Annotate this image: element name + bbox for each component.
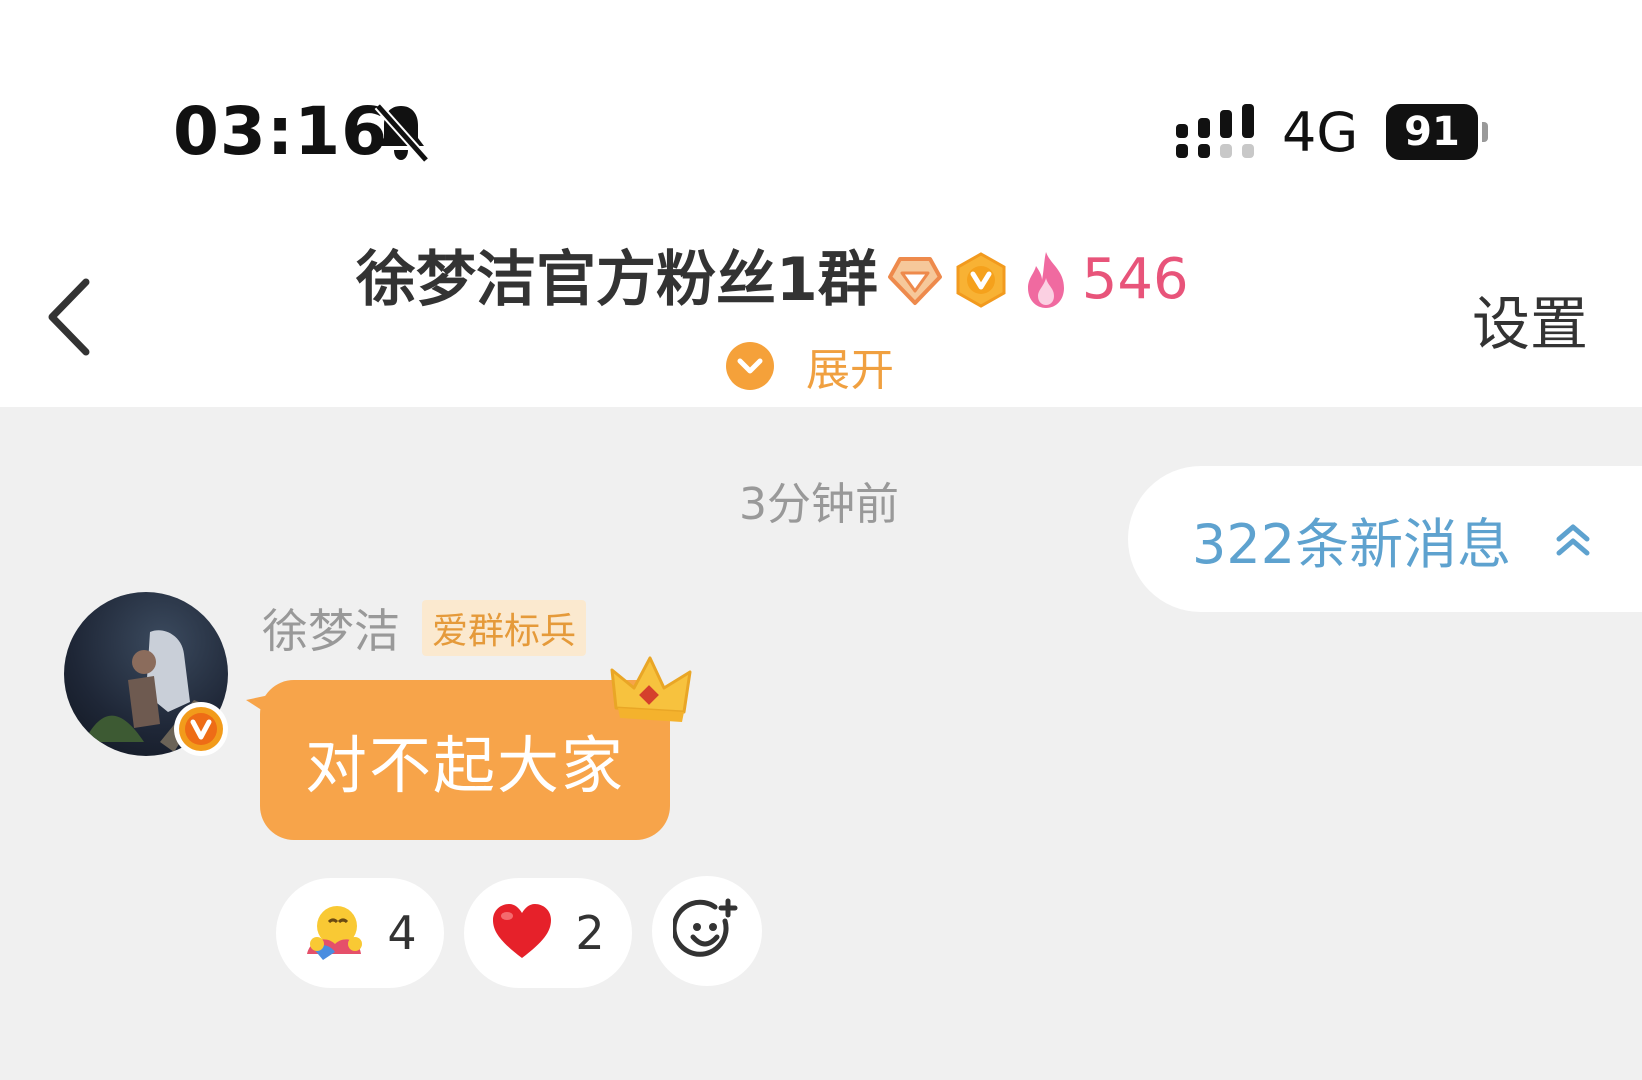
- signal-icon: [1176, 104, 1254, 158]
- sender-row: 徐梦洁 爱群标兵: [262, 595, 587, 661]
- reaction-count: 4: [387, 906, 417, 960]
- group-title-row[interactable]: 徐梦洁官方粉丝1群 546: [356, 240, 1189, 320]
- double-chevron-up-icon: [1556, 524, 1590, 556]
- new-messages-button[interactable]: 322条新消息: [1128, 466, 1642, 612]
- bell-muted-icon: [374, 103, 430, 163]
- chevron-down-circle-icon: [726, 342, 774, 390]
- expand-button[interactable]: 展开: [724, 336, 894, 396]
- group-title: 徐梦洁官方粉丝1群: [356, 245, 878, 315]
- add-reaction-button[interactable]: [652, 876, 762, 986]
- verified-v-icon: [174, 702, 228, 756]
- reaction-count: 2: [575, 906, 605, 960]
- diamond-badge-icon: [887, 257, 942, 305]
- back-arrow-icon[interactable]: [40, 272, 100, 362]
- sender-title-tag: 爱群标兵: [422, 600, 587, 656]
- new-messages-label: 322条新消息: [1192, 512, 1512, 576]
- sender-name[interactable]: 徐梦洁: [262, 595, 400, 661]
- expand-label: 展开: [806, 345, 894, 396]
- fire-count: 546: [1081, 247, 1189, 312]
- hug-emoji-icon: [307, 906, 363, 960]
- heart-icon: [493, 904, 552, 958]
- battery-indicator: 91: [1386, 104, 1478, 160]
- battery-nub: [1482, 122, 1488, 142]
- reaction-heart[interactable]: 2: [464, 878, 632, 988]
- verified-v-badge-icon: [956, 252, 1006, 308]
- settings-button[interactable]: 设置: [1472, 284, 1588, 364]
- crown-icon: [610, 656, 692, 722]
- network-type: 4G: [1282, 101, 1359, 164]
- smiley-plus-icon: [673, 898, 738, 957]
- message-text: 对不起大家: [304, 729, 625, 802]
- timestamp-text: 3分钟前: [739, 479, 899, 530]
- reaction-hug[interactable]: 4: [276, 878, 444, 988]
- fire-icon: [1027, 252, 1064, 308]
- status-time: 03:16: [173, 93, 389, 170]
